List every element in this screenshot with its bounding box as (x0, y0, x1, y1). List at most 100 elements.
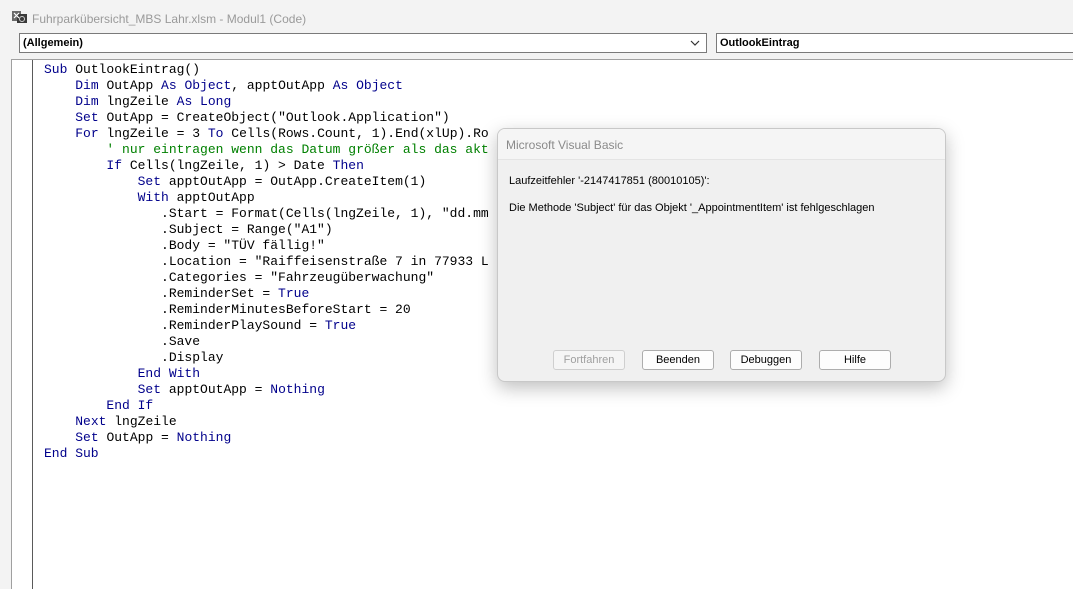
end-button[interactable]: Beenden (642, 350, 714, 370)
window-title: Fuhrparkübersicht_MBS Lahr.xlsm - Modul1… (32, 12, 307, 26)
chevron-down-icon[interactable] (690, 38, 700, 48)
code-text: .Subject = Range("A1") (44, 222, 333, 237)
code-line[interactable]: For lngZeile = 3 To Cells(Rows.Count, 1)… (44, 126, 489, 142)
code-comment: ' nur eintragen wenn das Datum größer al… (106, 142, 489, 157)
code-line[interactable]: With apptOutApp (44, 190, 489, 206)
code-line[interactable]: .Subject = Range("A1") (44, 222, 489, 238)
code-keyword: Set (137, 382, 169, 397)
code-text: lngZeile (106, 94, 177, 109)
code-keyword: If (106, 158, 130, 173)
code-text: Cells(lngZeile, 1) > Date (129, 158, 333, 173)
code-text: .Categories = "Fahrzeugüberwachung" (44, 270, 435, 285)
code-text: apptOutApp = (168, 382, 271, 397)
code-text: apptOutApp (176, 190, 255, 205)
code-keyword: True (278, 286, 310, 301)
dialog-title: Microsoft Visual Basic (506, 138, 624, 152)
code-text: Cells(Rows.Count, 1).End(xlUp).Ro (231, 126, 489, 141)
code-keyword: For (75, 126, 107, 141)
procedure-dropdown[interactable]: OutlookEintrag (716, 33, 1073, 53)
code-line[interactable]: Dim lngZeile As Long (44, 94, 489, 110)
code-keyword: As Object (332, 78, 403, 93)
code-keyword: Nothing (270, 382, 325, 397)
code-line[interactable]: .ReminderSet = True (44, 286, 489, 302)
code-line[interactable]: Set OutApp = Nothing (44, 430, 489, 446)
code-keyword: Next (75, 414, 115, 429)
code-text: OutApp (106, 78, 162, 93)
code-keyword: Dim (75, 94, 107, 109)
error-dialog: Microsoft Visual Basic Laufzeitfehler '-… (497, 128, 946, 382)
code-line[interactable]: .Location = "Raiffeisenstraße 7 in 77933… (44, 254, 489, 270)
continue-button[interactable]: Fortfahren (553, 350, 625, 370)
code-text: OutlookEintrag() (75, 62, 201, 77)
code-text: lngZeile = 3 (106, 126, 208, 141)
code-keyword: Set (75, 430, 107, 445)
code-line[interactable]: Set apptOutApp = Nothing (44, 382, 489, 398)
code-keyword: Nothing (176, 430, 232, 445)
code-line[interactable]: .ReminderPlaySound = True (44, 318, 489, 334)
code-keyword: True (324, 318, 357, 333)
code-line[interactable]: Dim OutApp As Object, apptOutApp As Obje… (44, 78, 489, 94)
code-keyword: Sub (44, 62, 76, 77)
error-code-text: Laufzeitfehler '-2147417851 (80010105)': (509, 175, 710, 187)
code-keyword: End Sub (44, 446, 99, 461)
code-text: .Start = Format(Cells(lngZeile, 1), "dd.… (44, 206, 489, 221)
code-line[interactable]: Next lngZeile (44, 414, 489, 430)
code-keyword: Dim (75, 78, 107, 93)
code-text: OutApp = CreateObject("Outlook.Applicati… (106, 110, 450, 125)
code-line[interactable]: .Display (44, 350, 489, 366)
code-text: .Save (44, 334, 201, 349)
code-keyword: Set (75, 110, 107, 125)
code-text: .Location = "Raiffeisenstraße 7 in 77933… (44, 254, 489, 269)
code-text: lngZeile (114, 414, 177, 429)
object-dropdown[interactable]: (Allgemein) (19, 33, 707, 53)
code-keyword: To (207, 126, 232, 141)
code-line[interactable]: .Categories = "Fahrzeugüberwachung" (44, 270, 489, 286)
code-keyword: As Long (176, 94, 232, 109)
code-line[interactable]: .Body = "TÜV fällig!" (44, 238, 489, 254)
code-keyword: End With (137, 366, 201, 381)
code-keyword: Set (137, 174, 169, 189)
debug-button[interactable]: Debuggen (730, 350, 802, 370)
error-message-text: Die Methode 'Subject' für das Objekt '_A… (509, 202, 875, 214)
code-line[interactable]: ' nur eintragen wenn das Datum größer al… (44, 142, 489, 158)
code-text: .ReminderPlaySound = (44, 318, 325, 333)
dialog-title-bar: Microsoft Visual Basic (498, 129, 945, 160)
code-text: .Display (44, 350, 224, 365)
vba-editor-icon (12, 11, 27, 23)
code-keyword: End If (106, 398, 154, 413)
code-line[interactable]: End With (44, 366, 489, 382)
help-button[interactable]: Hilfe (819, 350, 891, 370)
code-content[interactable]: Sub OutlookEintrag() Dim OutApp As Objec… (44, 62, 489, 462)
code-text: .Body = "TÜV fällig!" (44, 238, 325, 253)
code-text: OutApp = (106, 430, 177, 445)
code-text: apptOutApp = OutApp.CreateItem(1) (168, 174, 427, 189)
code-line[interactable]: Sub OutlookEintrag() (44, 62, 489, 78)
code-line[interactable]: .Start = Format(Cells(lngZeile, 1), "dd.… (44, 206, 489, 222)
code-line[interactable]: .Save (44, 334, 489, 350)
code-line[interactable]: .ReminderMinutesBeforeStart = 20 (44, 302, 489, 318)
code-line[interactable]: Set OutApp = CreateObject("Outlook.Appli… (44, 110, 489, 126)
object-dropdown-value: (Allgemein) (23, 37, 83, 49)
margin-indicator-bar (32, 60, 33, 589)
code-text: .ReminderSet = (44, 286, 279, 301)
procedure-dropdown-value: OutlookEintrag (720, 37, 800, 49)
code-line[interactable]: If Cells(lngZeile, 1) > Date Then (44, 158, 489, 174)
title-bar: Fuhrparkübersicht_MBS Lahr.xlsm - Modul1… (0, 0, 1073, 34)
code-line[interactable]: End Sub (44, 446, 489, 462)
code-line[interactable]: Set apptOutApp = OutApp.CreateItem(1) (44, 174, 489, 190)
code-line[interactable]: End If (44, 398, 489, 414)
code-keyword: Then (332, 158, 364, 173)
